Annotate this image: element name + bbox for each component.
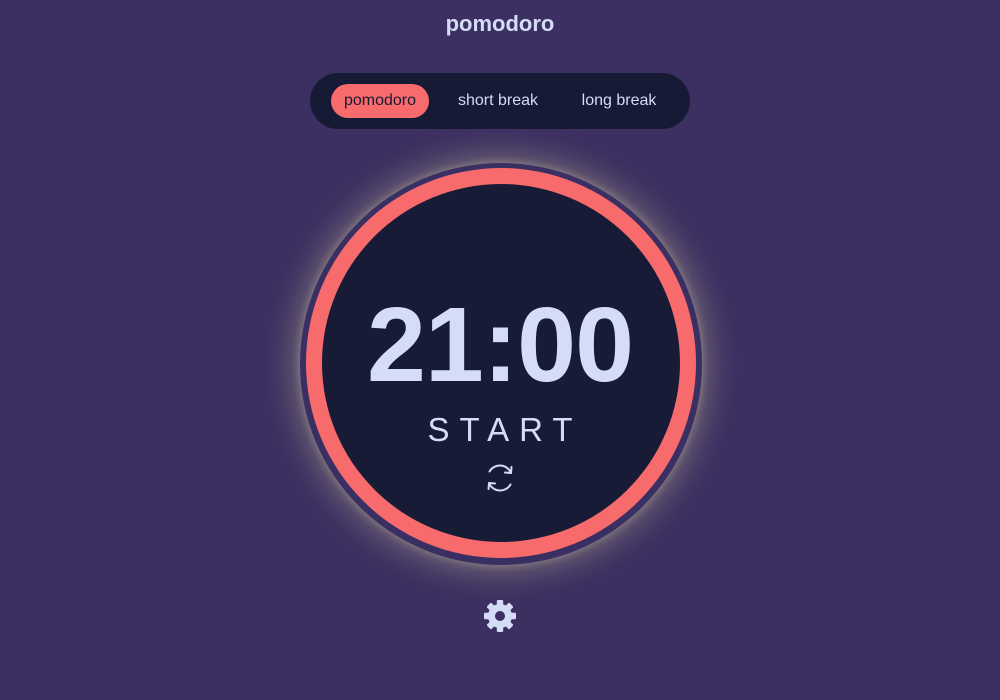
settings-button[interactable]	[482, 598, 518, 634]
timer-display: 21:00	[366, 286, 634, 404]
tab-short-break[interactable]: short break	[446, 84, 550, 118]
reset-button[interactable]	[482, 460, 518, 496]
tab-long-break[interactable]: long break	[568, 84, 670, 118]
gear-icon	[484, 600, 516, 632]
tab-pomodoro[interactable]: pomodoro	[331, 84, 429, 118]
mode-selector: pomodoro short break long break	[310, 73, 690, 129]
app-title: pomodoro	[445, 11, 555, 36]
refresh-icon	[487, 464, 513, 492]
pomodoro-app: pomodoro pomodoro short break long break…	[0, 0, 1000, 700]
start-button[interactable]: START	[300, 410, 700, 450]
